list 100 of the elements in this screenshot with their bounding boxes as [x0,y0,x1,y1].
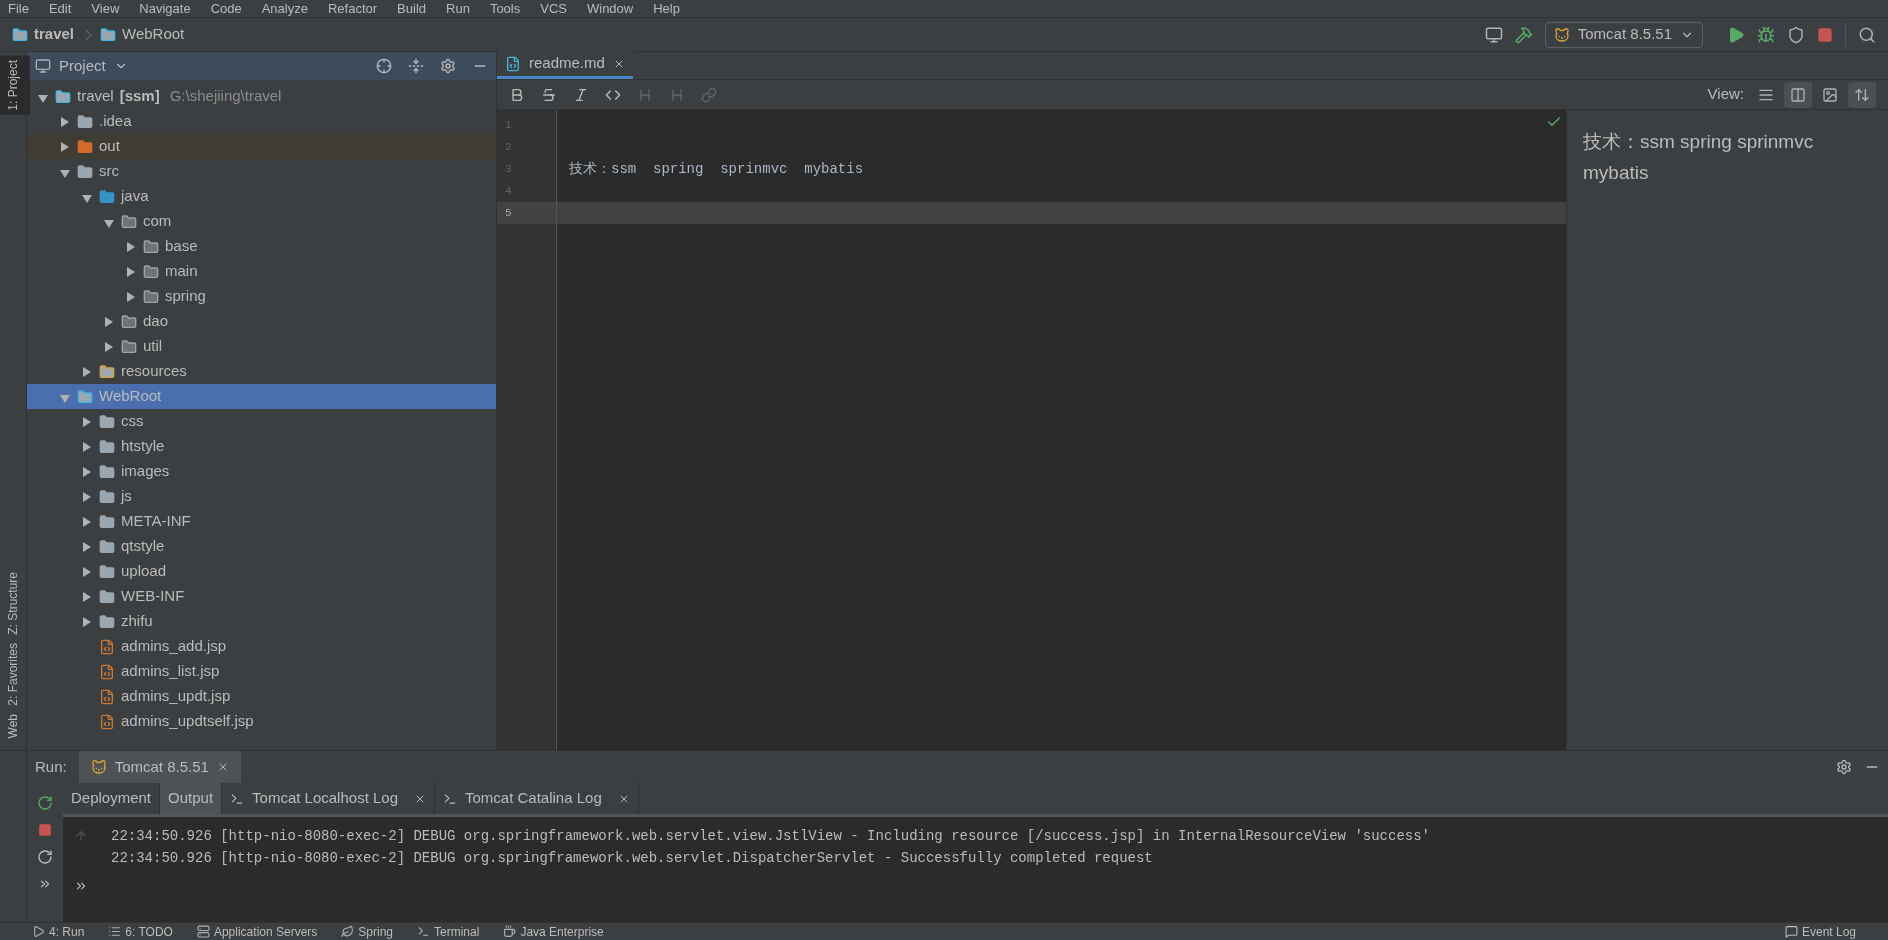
tree-item[interactable]: out [27,134,496,159]
collapsed-arrow-icon[interactable] [83,491,91,502]
collapsed-arrow-icon[interactable] [61,116,69,127]
coverage-icon[interactable] [1787,25,1805,44]
tree-item[interactable]: upload [27,559,496,584]
collapsed-arrow-icon[interactable] [83,616,91,627]
expanded-arrow-icon[interactable] [38,94,48,103]
menu-item[interactable]: File [8,2,29,15]
tool-window-button[interactable]: Java Enterprise [503,925,604,938]
tool-window-tab[interactable]: 2: Favorites [0,638,30,710]
build-icon[interactable] [1514,25,1533,44]
search-icon[interactable] [1858,25,1876,44]
strikethrough-icon[interactable] [541,86,557,103]
menu-item[interactable]: Analyze [261,2,308,15]
monitor-icon[interactable] [1484,25,1503,44]
breadcrumb[interactable]: WebRoot [122,23,185,46]
run-tab[interactable]: Tomcat 8.5.51 [78,751,241,783]
collapsed-arrow-icon[interactable] [127,266,135,277]
tree-item[interactable]: zhifu [27,609,496,634]
tree-item[interactable]: resources [27,359,496,384]
tree-item[interactable]: htstyle [27,434,496,459]
tree-item[interactable]: META-INF [27,509,496,534]
event-log-button[interactable]: Event Log [1784,925,1856,938]
rerun-icon[interactable] [37,795,53,811]
tree-item[interactable]: util [27,334,496,359]
stop-icon[interactable] [38,823,52,837]
tool-window-tab[interactable]: Z: Structure [0,568,30,639]
tree-item[interactable]: js [27,484,496,509]
menu-item[interactable]: View [91,2,120,15]
tree-item[interactable]: admins_add.jsp [27,634,496,659]
tree-item[interactable]: css [27,409,496,434]
locate-icon[interactable] [376,58,392,74]
italic-icon[interactable] [573,86,589,103]
collapsed-arrow-icon[interactable] [83,591,91,602]
collapsed-arrow-icon[interactable] [83,441,91,452]
menu-item[interactable]: Code [210,2,242,15]
run-config-dropdown[interactable]: Tomcat 8.5.51 [1544,21,1703,48]
collapse-all-icon[interactable] [408,58,424,74]
tree-item[interactable]: WEB-INF [27,584,496,609]
tree-item[interactable]: admins_list.jsp [27,659,496,684]
expanded-arrow-icon[interactable] [60,169,70,178]
settings-icon[interactable] [1836,759,1852,775]
tree-item[interactable]: java [27,184,496,209]
menu-item[interactable]: VCS [540,2,567,15]
menu-item[interactable]: Tools [489,2,521,15]
tool-window-button[interactable]: 6: TODO [108,925,173,938]
run-icon[interactable] [1727,25,1745,44]
menu-item[interactable]: Build [397,2,426,15]
menu-item[interactable]: Navigate [139,2,191,15]
collapsed-arrow-icon[interactable] [105,316,113,327]
tree-item[interactable]: admins_updt.jsp [27,684,496,709]
output-tab[interactable]: Tomcat Localhost Log [222,783,435,814]
tree-item[interactable]: com [27,209,496,234]
tree-item[interactable]: admins_updtself.jsp [27,709,496,734]
refresh-icon[interactable] [37,849,53,865]
tree-item[interactable]: .idea [27,109,496,134]
settings-icon[interactable] [440,58,456,74]
collapsed-arrow-icon[interactable] [83,566,91,577]
tree-item[interactable]: travel [ssm] G:\shejiing\travel [27,84,496,109]
menu-item[interactable]: Window [586,2,634,15]
panel-title[interactable]: Project [59,54,106,78]
tree-item[interactable]: dao [27,309,496,334]
collapsed-arrow-icon[interactable] [83,541,91,552]
collapsed-arrow-icon[interactable] [61,141,69,152]
tool-window-tab[interactable]: Web [0,709,30,742]
bold-icon[interactable] [509,86,525,103]
menu-item[interactable]: Edit [48,2,72,15]
tool-window-button[interactable]: Application Servers [196,925,318,938]
expanded-arrow-icon[interactable] [82,194,92,203]
menu-item[interactable]: Refactor [327,2,378,15]
collapsed-arrow-icon[interactable] [83,466,91,477]
stop-icon[interactable] [1817,26,1833,43]
tree-item[interactable]: qtstyle [27,534,496,559]
tree-item[interactable]: src [27,159,496,184]
view-mode-button[interactable] [1848,81,1876,108]
collapsed-arrow-icon[interactable] [127,241,135,252]
collapsed-arrow-icon[interactable] [127,291,135,302]
debug-icon[interactable] [1757,25,1775,44]
editor-tab[interactable]: readme.md [497,51,633,79]
collapsed-arrow-icon[interactable] [83,366,91,377]
tree-item[interactable]: images [27,459,496,484]
more-icon[interactable] [38,877,52,891]
folder-icon [99,188,115,205]
tree-item[interactable]: spring [27,284,496,309]
tool-window-button[interactable]: Terminal [417,925,480,938]
menu-item[interactable]: Run [446,2,470,15]
menu-item[interactable]: Help [653,2,680,15]
tool-window-tab[interactable]: 1: Project [0,56,30,115]
tree-item[interactable]: main [27,259,496,284]
collapsed-arrow-icon[interactable] [83,516,91,527]
output-tab[interactable]: Tomcat Catalina Log [435,783,639,814]
output-tab[interactable]: Output [160,783,223,814]
tool-window-button[interactable]: Spring [341,925,393,938]
tool-window-button[interactable]: 4: Run [32,925,85,938]
collapsed-arrow-icon[interactable] [105,341,113,352]
breadcrumb[interactable]: travel [34,23,75,46]
view-mode-button[interactable] [1784,81,1812,108]
collapsed-arrow-icon[interactable] [83,416,91,427]
expanded-arrow-icon[interactable] [104,219,114,228]
tree-item[interactable]: base [27,234,496,259]
